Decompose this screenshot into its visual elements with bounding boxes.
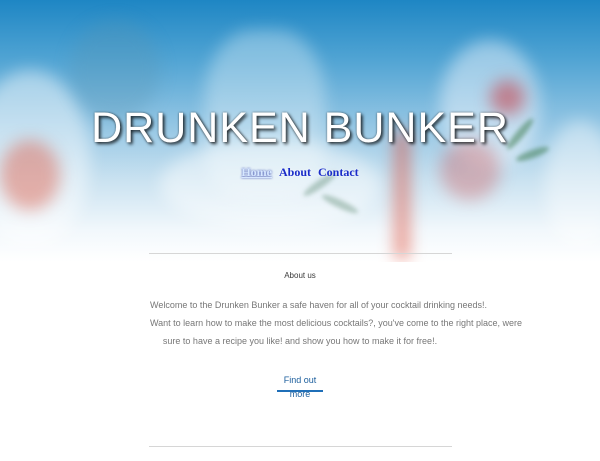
nav-link-contact[interactable]: Contact [318, 165, 359, 179]
about-description: Welcome to the Drunken Bunker a safe hav… [150, 296, 523, 350]
section-divider-bottom [149, 446, 452, 447]
background-highlight-blur [160, 140, 380, 230]
nav-link-about[interactable]: About [279, 165, 311, 179]
about-line: Want to learn how to make the most delic… [150, 318, 523, 328]
section-divider-top [149, 253, 452, 254]
about-line: sure to have a recipe you like! and show… [162, 336, 438, 346]
find-out-more-button[interactable]: Find out more [277, 373, 323, 399]
nav-link-home[interactable]: Home [241, 165, 272, 179]
hero-banner: DRUNKEN BUNKER Home About Contact [0, 0, 600, 262]
about-line: Welcome to the Drunken Bunker a safe hav… [150, 300, 488, 310]
main-nav: Home About Contact [0, 165, 600, 180]
site-title: DRUNKEN BUNKER [91, 104, 509, 152]
about-heading: About us [284, 271, 316, 280]
